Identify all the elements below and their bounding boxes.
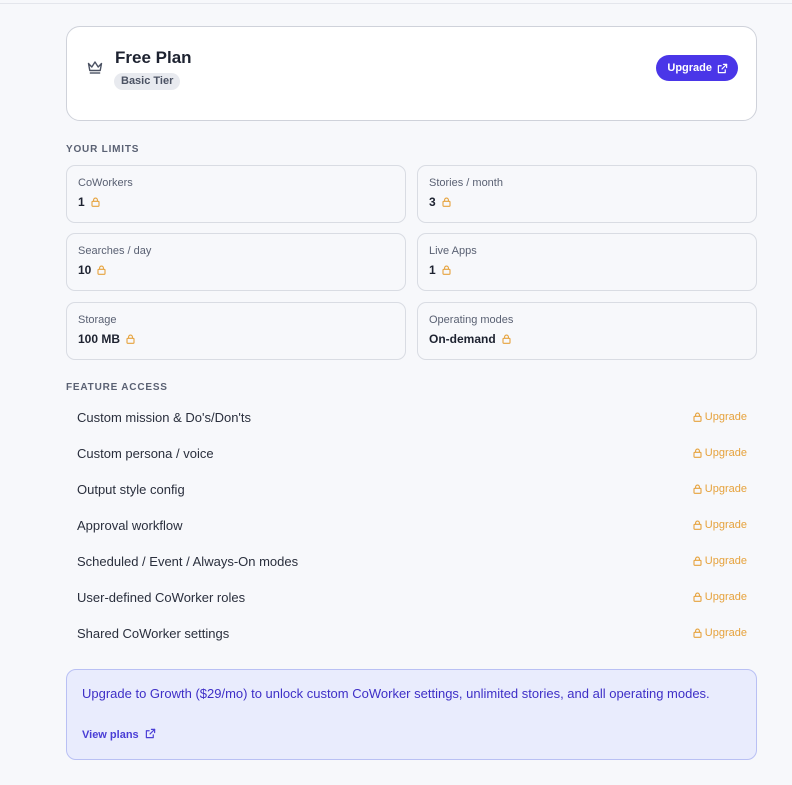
feature-row: Custom persona / voice Upgrade: [77, 444, 747, 464]
feature-name: Approval workflow: [77, 518, 183, 533]
feature-name: Custom mission & Do's/Don'ts: [77, 410, 252, 425]
feature-upgrade-label: Upgrade: [704, 411, 747, 423]
limit-name: CoWorkers: [78, 177, 133, 189]
feature-upgrade-link[interactable]: Upgrade: [693, 519, 747, 531]
lock-icon: [693, 412, 702, 422]
lock-icon: [693, 520, 702, 530]
feature-name: User-defined CoWorker roles: [77, 590, 246, 605]
feature-upgrade-link[interactable]: Upgrade: [693, 627, 747, 639]
plan-title: Free Plan: [115, 48, 192, 67]
feature-upgrade-link[interactable]: Upgrade: [693, 555, 747, 567]
external-link-icon: [717, 63, 728, 74]
crown-icon: [86, 58, 104, 76]
lock-icon: [442, 197, 451, 207]
lock-icon: [97, 265, 106, 275]
upgrade-button[interactable]: Upgrade: [656, 55, 738, 81]
limit-name: Operating modes: [429, 314, 514, 326]
feature-upgrade-label: Upgrade: [704, 591, 747, 603]
limit-value-row: 3: [429, 195, 451, 209]
limit-value: 1: [78, 195, 85, 209]
limit-value-row: 1: [429, 263, 451, 277]
lock-icon: [442, 265, 451, 275]
limit-value-row: 1: [78, 195, 100, 209]
lock-icon: [502, 334, 511, 344]
lock-icon: [693, 592, 702, 602]
limit-name: Stories / month: [429, 177, 503, 189]
limit-value: 3: [429, 195, 436, 209]
feature-upgrade-link[interactable]: Upgrade: [693, 483, 747, 495]
view-plans-link[interactable]: View plans: [82, 728, 156, 742]
lock-icon: [693, 448, 702, 458]
feature-row: Shared CoWorker settings Upgrade: [77, 624, 747, 644]
limit-value-row: 100 MB: [78, 332, 135, 346]
limit-value-row: On-demand: [429, 332, 511, 346]
limit-card: Searches / day 10: [66, 233, 406, 291]
view-plans-label: View plans: [82, 729, 139, 741]
limit-value: 100 MB: [78, 332, 121, 346]
limit-card: Stories / month 3: [417, 165, 757, 223]
lock-icon: [126, 334, 135, 344]
plan-card: Free Plan Basic Tier Upgrade: [66, 26, 757, 121]
feature-row: User-defined CoWorker roles Upgrade: [77, 588, 747, 608]
feature-row: Approval workflow Upgrade: [77, 516, 747, 536]
feature-row: Scheduled / Event / Always-On modes Upgra…: [77, 552, 747, 572]
upgrade-promo-banner: Upgrade to Growth ($29/mo) to unlock cus…: [66, 669, 757, 760]
limit-card: Live Apps 1: [417, 233, 757, 291]
feature-upgrade-label: Upgrade: [704, 555, 747, 567]
feature-upgrade-link[interactable]: Upgrade: [693, 591, 747, 603]
external-link-icon: [145, 728, 156, 742]
feature-upgrade-label: Upgrade: [704, 483, 747, 495]
limit-value: 10: [78, 263, 92, 277]
upgrade-button-label: Upgrade: [667, 62, 712, 74]
tier-badge: Basic Tier: [114, 73, 181, 90]
lock-icon: [91, 197, 100, 207]
feature-upgrade-label: Upgrade: [704, 519, 747, 531]
limit-value-row: 10: [78, 263, 106, 277]
lock-icon: [693, 484, 702, 494]
features-section-label: FEATURE ACCESS: [66, 382, 168, 393]
top-divider: [0, 3, 792, 4]
limit-name: Searches / day: [78, 245, 152, 257]
limit-name: Live Apps: [429, 245, 477, 257]
limit-card: Operating modes On-demand: [417, 302, 757, 360]
feature-name: Output style config: [77, 482, 185, 497]
feature-name: Scheduled / Event / Always-On modes: [77, 554, 299, 569]
feature-upgrade-link[interactable]: Upgrade: [693, 411, 747, 423]
feature-upgrade-link[interactable]: Upgrade: [693, 447, 747, 459]
feature-name: Custom persona / voice: [77, 446, 214, 461]
feature-row: Custom mission & Do's/Don'ts Upgrade: [77, 408, 747, 428]
feature-upgrade-label: Upgrade: [704, 447, 747, 459]
limit-card: CoWorkers 1: [66, 165, 406, 223]
limit-name: Storage: [78, 314, 117, 326]
limits-section-label: YOUR LIMITS: [66, 144, 140, 155]
feature-upgrade-label: Upgrade: [704, 627, 747, 639]
promo-text: Upgrade to Growth ($29/mo) to unlock cus…: [82, 686, 710, 701]
lock-icon: [693, 628, 702, 638]
feature-row: Output style config Upgrade: [77, 480, 747, 500]
limit-value: 1: [429, 263, 436, 277]
lock-icon: [693, 556, 702, 566]
limit-card: Storage 100 MB: [66, 302, 406, 360]
limit-value: On-demand: [429, 332, 496, 346]
feature-name: Shared CoWorker settings: [77, 626, 230, 641]
